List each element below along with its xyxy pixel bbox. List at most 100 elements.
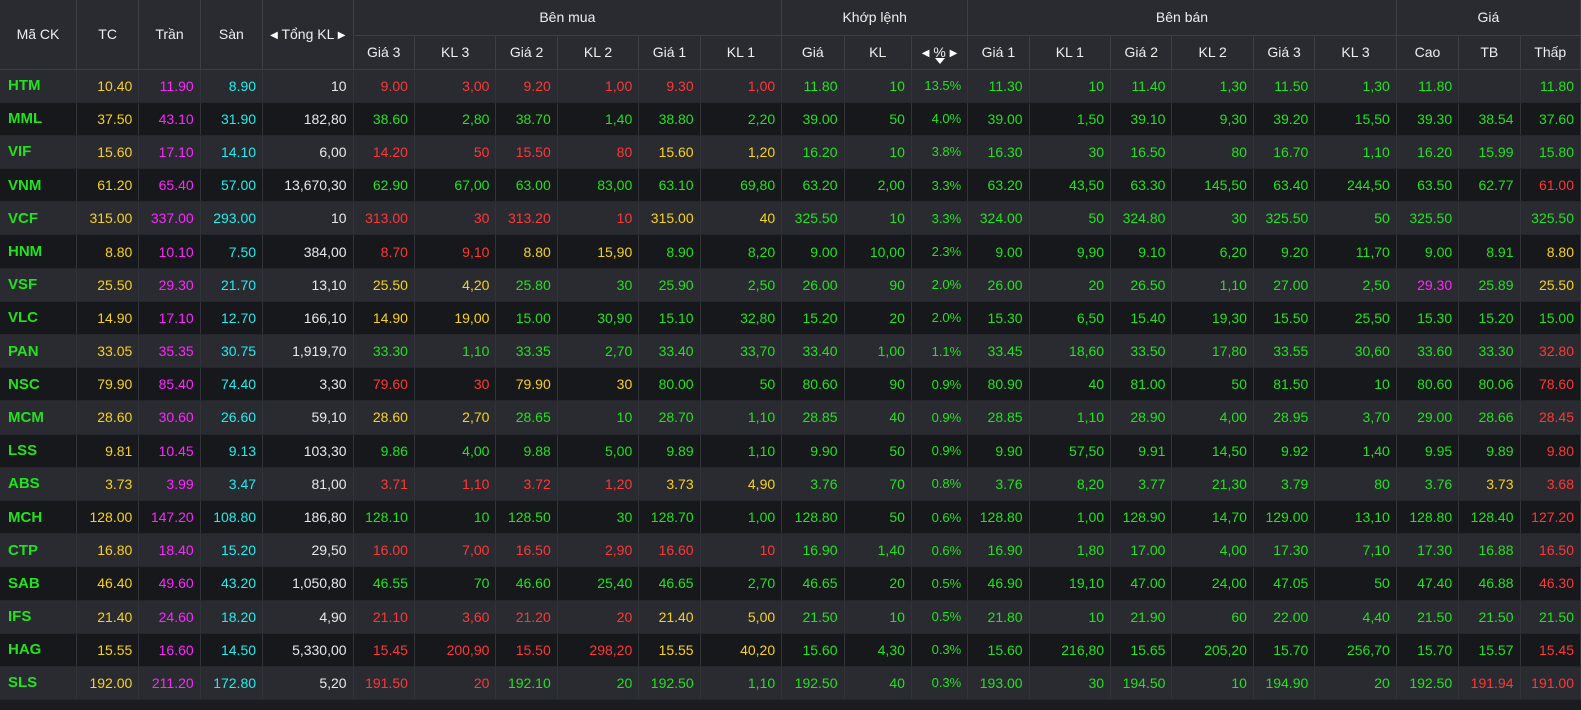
floor-price-cell: 12.70 — [200, 301, 264, 336]
ref-price-cell: 315.00 — [76, 201, 140, 236]
col-bid-4[interactable]: KL 2 — [557, 35, 640, 70]
table-row[interactable]: PAN 33.05 35.35 30.75 1,919,70 33.30 1,10 33.35… — [0, 334, 1581, 369]
col-price-1[interactable]: Cao — [1396, 35, 1460, 70]
price-stat-cell: 191.00 — [1520, 666, 1581, 701]
ask-cell: 30 — [1171, 201, 1254, 236]
bid-cell: 67,00 — [414, 168, 497, 203]
price-stat-cell: 9.80 — [1520, 434, 1581, 468]
sort-desc-icon[interactable] — [934, 58, 945, 64]
table-row[interactable]: VNM 61.20 65.40 57.00 13,670,30 62.90 67,00 63.… — [0, 168, 1581, 203]
ask-cell: 20 — [1029, 268, 1112, 302]
table-row[interactable]: SLS 192.00 211.20 172.80 5,20 191.50 20 192.10 2… — [0, 666, 1581, 701]
col-match-percent[interactable]: ◀ % ▶ — [911, 35, 969, 70]
bid-cell: 1,10 — [414, 467, 497, 501]
table-row[interactable]: SAB 46.40 49.60 43.20 1,050,80 46.55 70 46.60 25… — [0, 566, 1581, 601]
col-floor[interactable]: Sàn — [200, 0, 264, 70]
match-cell: 192.50 — [781, 666, 845, 701]
col-bid-3[interactable]: Giá 2 — [495, 35, 558, 70]
symbol-cell: MCH — [0, 500, 77, 535]
col-total-volume[interactable]: ◀ Tổng KL ▶ — [262, 0, 354, 70]
col-match-volume[interactable]: KL — [844, 35, 912, 70]
table-row[interactable]: VIF 15.60 17.10 14.10 6,00 14.20 50 15.50 80 15.6… — [0, 135, 1581, 170]
table-row[interactable]: IFS 21.40 24.60 18.20 4,90 21.10 3,60 21.20 20 21… — [0, 600, 1581, 634]
scroll-left-icon[interactable]: ◀ — [922, 48, 930, 59]
symbol-cell: PAN — [0, 334, 77, 369]
ref-price-cell: 21.40 — [76, 600, 140, 634]
col-ask-5[interactable]: Giá 3 — [1253, 35, 1316, 70]
match-cell: 40 — [844, 400, 912, 435]
match-cell: 15.20 — [781, 301, 845, 336]
table-row[interactable]: HNM 8.80 10.10 7.50 384,00 8.70 9,10 8.80 15,90 8… — [0, 234, 1581, 269]
table-row[interactable]: HAG 15.55 16.60 14.50 5,330,00 15.45 200,90 15.… — [0, 633, 1581, 667]
total-volume-cell: 10 — [262, 69, 354, 103]
table-row[interactable]: MCM 28.60 30.60 26.60 59,10 28.60 2,70 28.65 10 2… — [0, 400, 1581, 435]
match-cell: 70 — [844, 467, 912, 501]
col-ask-1[interactable]: Giá 1 — [967, 35, 1030, 70]
price-stat-cell: 9.00 — [1396, 234, 1460, 269]
match-cell: 16.20 — [781, 135, 845, 170]
bid-cell: 1,00 — [557, 69, 640, 103]
scroll-left-icon[interactable]: ◀ — [270, 30, 278, 41]
total-volume-cell: 1,050,80 — [262, 566, 354, 601]
table-row[interactable]: VLC 14.90 17.10 12.70 166,10 14.90 19,00 15.00 3… — [0, 301, 1581, 336]
ask-cell: 50 — [1029, 201, 1112, 236]
col-symbol[interactable]: Mã CK — [0, 0, 77, 70]
col-price-3[interactable]: Thấp — [1520, 35, 1581, 70]
table-row[interactable]: LSS 9.81 10.45 9.13 103,30 9.86 4,00 9.88 5,00 9.… — [0, 434, 1581, 468]
ask-cell: 3.77 — [1110, 467, 1173, 501]
ask-cell: 15.50 — [1253, 301, 1316, 336]
ask-cell: 26.00 — [967, 268, 1030, 302]
ask-cell: 9.20 — [1253, 234, 1316, 269]
col-ask-2[interactable]: KL 1 — [1029, 35, 1112, 70]
table-row[interactable]: VCF 315.00 337.00 293.00 10 313.00 30 313.20 10 3… — [0, 201, 1581, 236]
col-ask-4[interactable]: KL 2 — [1171, 35, 1254, 70]
table-row[interactable]: NSC 79.90 85.40 74.40 3,30 79.60 30 79.90 30 80.0… — [0, 367, 1581, 402]
ask-cell: 20 — [1314, 666, 1397, 701]
bid-cell: 14.90 — [353, 301, 415, 336]
floor-price-cell: 14.10 — [200, 135, 264, 170]
match-cell: 0.3% — [911, 666, 969, 701]
floor-price-cell: 293.00 — [200, 201, 264, 236]
ask-cell: 324.80 — [1110, 201, 1173, 236]
table-row[interactable]: MML 37.50 43.10 31.90 182,80 38.60 2,80 38.70 1,… — [0, 102, 1581, 136]
bid-cell: 15,90 — [557, 234, 640, 269]
scroll-right-icon[interactable]: ▶ — [338, 30, 346, 41]
match-cell: 2,00 — [844, 168, 912, 203]
bid-cell: 25.90 — [638, 268, 701, 302]
ceiling-price-cell: 24.60 — [138, 600, 201, 634]
ask-cell: 15.30 — [967, 301, 1030, 336]
table-row[interactable]: MCH 128.00 147.20 108.80 186,80 128.10 10 128.5… — [0, 500, 1581, 535]
bid-cell: 9.30 — [638, 69, 701, 103]
floor-price-cell: 18.20 — [200, 600, 264, 634]
col-ceiling[interactable]: Trần — [138, 0, 201, 70]
col-match-price[interactable]: Giá — [781, 35, 845, 70]
col-price-2[interactable]: TB — [1458, 35, 1521, 70]
bid-cell: 1,00 — [700, 69, 783, 103]
ask-cell: 145,50 — [1171, 168, 1254, 203]
price-stat-cell: 16.50 — [1520, 533, 1581, 568]
bid-cell: 9.20 — [495, 69, 558, 103]
bid-cell: 40,20 — [700, 633, 783, 667]
col-ref[interactable]: TC — [76, 0, 140, 70]
col-ask-6[interactable]: KL 3 — [1314, 35, 1397, 70]
col-bid-2[interactable]: KL 3 — [414, 35, 497, 70]
match-cell: 13.5% — [911, 69, 969, 103]
col-ask-3[interactable]: Giá 2 — [1110, 35, 1173, 70]
table-row[interactable]: HTM 10.40 11.90 8.90 10 9.00 3,00 9.20 1,00 9.30 1… — [0, 69, 1581, 103]
table-row[interactable]: ABS 3.73 3.99 3.47 81,00 3.71 1,10 3.72 1,20 3.73… — [0, 467, 1581, 501]
col-bid-1[interactable]: Giá 3 — [353, 35, 415, 70]
ask-cell: 17.00 — [1110, 533, 1173, 568]
scroll-right-icon[interactable]: ▶ — [950, 48, 958, 59]
match-cell: 1,00 — [844, 334, 912, 369]
ask-cell: 15,50 — [1314, 102, 1397, 136]
match-cell: 0.5% — [911, 600, 969, 634]
table-row[interactable]: CTP 16.80 18.40 15.20 29,50 16.00 7,00 16.50 2,9… — [0, 533, 1581, 568]
match-cell: 3.76 — [781, 467, 845, 501]
price-stat-cell: 63.50 — [1396, 168, 1460, 203]
ask-cell: 10 — [1029, 69, 1112, 103]
col-bid-6[interactable]: KL 1 — [700, 35, 783, 70]
col-bid-5[interactable]: Giá 1 — [638, 35, 701, 70]
match-cell: 2.0% — [911, 268, 969, 302]
bid-cell: 70 — [414, 566, 497, 601]
table-row[interactable]: VSF 25.50 29.30 21.70 13,10 25.50 4,20 25.80 30 2… — [0, 268, 1581, 302]
